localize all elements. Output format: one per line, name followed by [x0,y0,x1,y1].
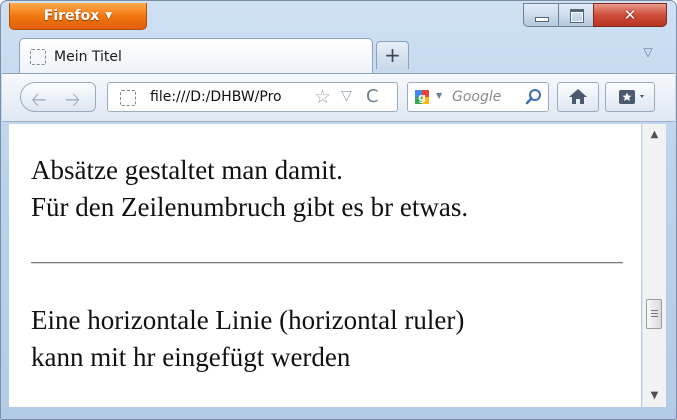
tab-title: Mein Titel [54,48,122,65]
address-bar[interactable]: file:///D:/DHBW/Pro ☆ ▽ C [107,82,398,112]
paragraph-2: Eine horizontale Linie (horizontal ruler… [31,302,464,376]
new-tab-button[interactable]: + [376,41,409,69]
search-bar[interactable]: g ▼ Google [407,82,549,112]
firefox-menu-button[interactable]: Firefox ▼ [9,3,147,30]
navigation-toolbar: 🡠 🡢 file:///D:/DHBW/Pro ☆ ▽ C g ▼ Google [2,73,675,122]
text-line: Eine horizontale Linie (horizontal ruler… [31,305,465,335]
tab-mein-titel[interactable]: Mein Titel [19,38,373,74]
search-icon[interactable] [524,87,544,107]
search-engine-dropdown-icon[interactable]: ▼ [436,91,442,100]
grip-line [651,310,658,311]
browser-window: Firefox ▼ ✕ Mein Titel + ▽ 🡠 🡢 file:///D… [0,0,677,420]
vertical-scrollbar[interactable]: ▲ ▼ [642,124,666,407]
grip-line [651,313,658,314]
bookmarks-button[interactable] [605,82,655,112]
svg-text:g: g [418,91,426,104]
back-forward-group: 🡠 🡢 [20,82,96,112]
google-icon[interactable]: g [414,89,430,105]
forward-arrow-icon[interactable]: 🡢 [65,86,80,118]
minimize-button[interactable] [523,3,559,27]
maximize-button[interactable] [558,3,594,27]
paragraph-1: Absätze gestaltet man damit. Für den Zei… [31,152,468,226]
home-icon [569,89,587,104]
history-dropdown-icon[interactable]: ▽ [341,88,352,104]
grip-line [651,316,658,317]
bookmarks-menu-icon [619,90,644,104]
list-all-tabs-icon[interactable]: ▽ [640,45,656,61]
firefox-menu-label: Firefox [43,8,100,24]
bookmark-star-icon[interactable]: ☆ [314,86,331,108]
scroll-down-arrow-icon[interactable]: ▼ [643,387,666,405]
text-line: kann mit hr eingefügt werden [31,342,351,372]
page-icon [30,48,46,65]
chevron-down-icon: ▼ [105,11,113,21]
close-button[interactable]: ✕ [593,3,667,27]
search-input[interactable]: Google [452,89,501,105]
horizontal-rule [31,262,623,264]
scroll-up-arrow-icon[interactable]: ▲ [643,126,666,144]
page-content: Absätze gestaltet man damit. Für den Zei… [9,124,641,407]
text-line: Für den Zeilenumbruch gibt es br etwas. [31,192,469,222]
home-button[interactable] [557,82,599,112]
maximize-icon [570,9,584,23]
back-arrow-icon[interactable]: 🡠 [31,86,46,118]
text-line: Absätze gestaltet man damit. [31,155,343,185]
reload-icon[interactable]: C [366,86,379,107]
url-text[interactable]: file:///D:/DHBW/Pro [150,89,282,105]
close-icon: ✕ [623,6,637,24]
minimize-icon [535,17,549,22]
site-identity-icon[interactable] [120,90,136,106]
scrollbar-thumb[interactable] [646,299,662,329]
